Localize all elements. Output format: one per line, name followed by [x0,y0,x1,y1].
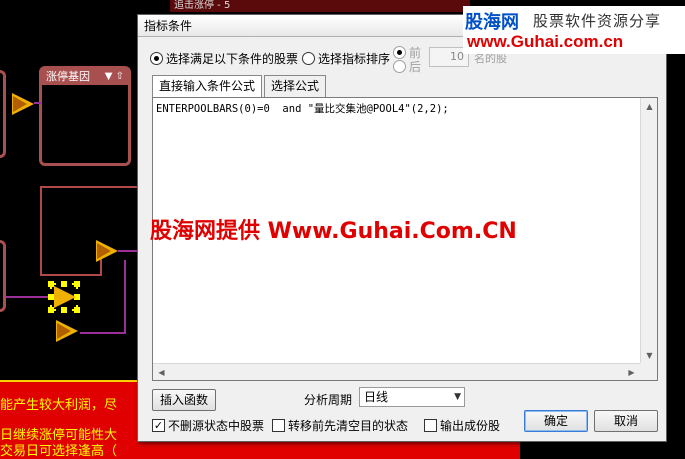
chevron-down-icon[interactable]: ▼ [454,388,461,406]
radio-condition[interactable] [150,51,163,65]
flow-arrow-icon[interactable] [54,286,76,308]
radio-condition-label[interactable]: 选择满足以下条件的股票 [166,50,298,67]
wire [6,296,54,298]
checkbox-clear-empty[interactable] [272,419,285,432]
checkbox-output-label[interactable]: 输出成份股 [440,417,500,434]
wire [118,250,138,252]
vertical-scrollbar[interactable]: ▲ ▼ [640,98,657,364]
horizontal-scrollbar[interactable]: ◀ ▶ [153,363,640,380]
description-line: 交易日可选择逢高（ [0,444,118,459]
scroll-down-icon[interactable]: ▼ [641,347,658,364]
scrollbar-corner [640,363,657,380]
scroll-left-icon[interactable]: ◀ [153,364,170,381]
watermark-brand: 股海网 [465,12,519,33]
background-node-limit-up-gene[interactable]: 涨停基因 ▼ ⇧ [39,66,131,166]
description-line: 能产生较大利润，尽 [0,398,118,413]
formula-text[interactable]: ENTERPOOLBARS(0)=0 and "量比交集池@POOL4"(2,2… [156,101,449,116]
tab-direct-input[interactable]: 直接输入条件公式 [152,75,263,98]
flow-arrow-icon [57,323,71,339]
watermark-url: www.Guhai.com.cn [467,32,624,51]
radio-back-label[interactable]: 后 [409,58,421,75]
flow-arrow-icon [97,243,111,259]
formula-tabs: 直接输入条件公式 选择公式 [152,75,328,98]
watermark-banner: 股海网 股票软件资源分享 www.Guhai.com.cn [463,6,685,54]
watermark-slogan: 股票软件资源分享 [533,12,662,30]
wire [40,186,42,276]
wire [40,186,140,188]
checkbox-clear-empty-label[interactable]: 转移前先清空目的状态 [288,417,408,434]
checkbox-clear-empty-row[interactable]: 转移前先清空目的状态 [272,417,412,434]
checkbox-no-delete-row[interactable]: ✓ 不删源状态中股票 [152,417,268,434]
checkbox-output-row[interactable]: 输出成份股 [424,417,504,434]
wire [80,332,126,334]
insert-function-button[interactable]: 插入函数 [152,389,216,411]
scroll-right-icon[interactable]: ▶ [623,364,640,381]
wire [34,102,42,104]
background-node-title: 涨停基因 [46,70,90,83]
checkbox-output[interactable] [424,419,437,432]
checkbox-no-delete[interactable]: ✓ [152,419,165,432]
background-node-header: 涨停基因 ▼ ⇧ [42,69,128,85]
screen: 追击涨停 - 5 涨停基因 ▼ ⇧ 能产生较大利润，尽 日继续涨停可能性大 交易… [0,0,685,459]
radio-sort[interactable] [302,51,316,65]
background-node-controls[interactable]: ▼ ⇧ [105,69,124,85]
cancel-button[interactable]: 取消 [594,410,658,432]
flow-arrow-icon [13,96,27,112]
selection-mode-row: 选择满足以下条件的股票 选择指标排序 [150,47,394,69]
background-title-strip: 追击涨停 - 5 [170,0,470,12]
period-select-value: 日线 [364,390,389,404]
front-back-group: 前 后 [393,43,433,75]
wire [124,260,126,334]
period-select[interactable]: 日线 ▼ [359,387,465,407]
wire [40,274,100,276]
tab-select-formula[interactable]: 选择公式 [264,75,327,97]
period-label: 分析周期 [304,393,353,407]
checkbox-no-delete-label[interactable]: 不删源状态中股票 [168,417,264,434]
ok-button[interactable]: 确定 [524,410,588,432]
scroll-up-icon[interactable]: ▲ [641,98,658,115]
radio-back[interactable] [393,60,406,73]
radio-sort-label[interactable]: 选择指标排序 [318,50,390,67]
background-node-left-top [0,70,6,158]
background-node-left-bottom [0,240,6,312]
watermark-center-text: 股海网提供 Www.Guhai.Com.CN [150,219,517,244]
